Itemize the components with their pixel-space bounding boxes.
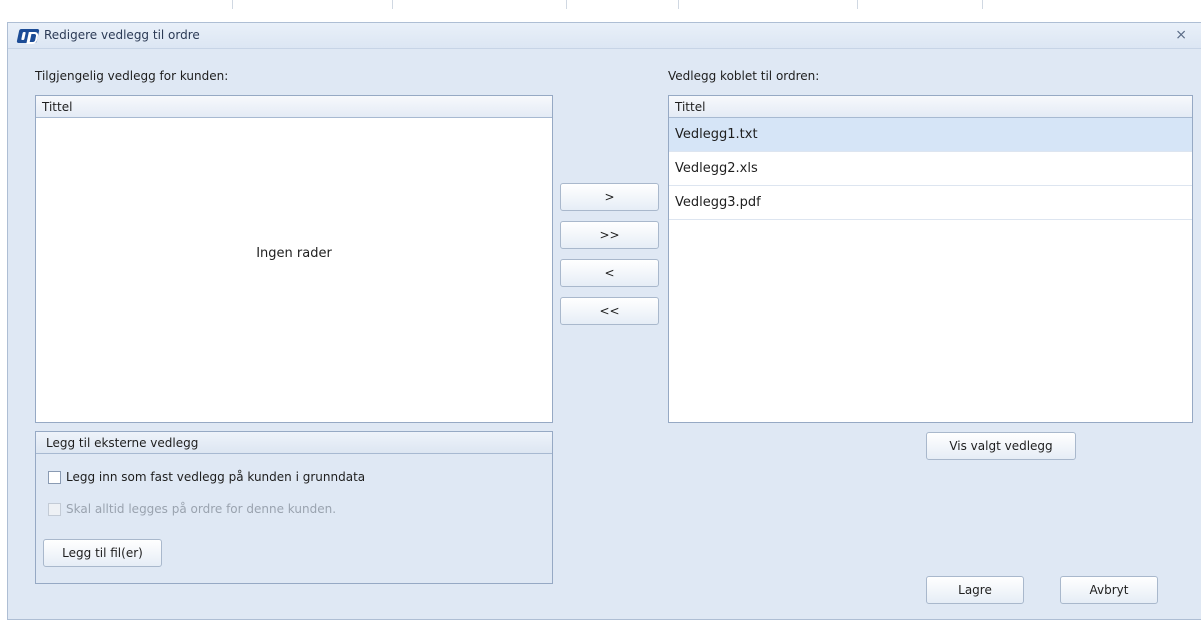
cancel-button[interactable]: Avbryt [1060, 576, 1158, 604]
available-grid-column-header[interactable]: Tittel [36, 96, 552, 118]
linked-grid-column-header[interactable]: Tittel [669, 96, 1192, 118]
strip-divider [857, 0, 858, 9]
external-attachments-group: Legg til eksterne vedlegg Legg inn som f… [35, 431, 553, 584]
table-row[interactable]: Vedlegg2.xls [669, 152, 1192, 186]
linked-attachments-label: Vedlegg koblet til ordren: [668, 69, 820, 83]
close-icon[interactable]: ⨯ [1175, 27, 1187, 43]
table-row[interactable]: Vedlegg3.pdf [669, 186, 1192, 220]
strip-divider [232, 0, 233, 9]
strip-divider [678, 0, 679, 9]
always-attach-checkbox [48, 502, 61, 516]
strip-divider [566, 0, 567, 9]
add-files-button[interactable]: Legg til fil(er) [43, 539, 162, 567]
move-all-button[interactable]: >> [560, 221, 659, 249]
fixed-attachment-option[interactable]: Legg inn som fast vedlegg på kunden i gr… [48, 470, 365, 484]
strip-divider [392, 0, 393, 9]
fixed-attachment-checkbox[interactable] [48, 470, 61, 484]
app-logo-icon [16, 29, 40, 43]
save-button[interactable]: Lagre [926, 576, 1024, 604]
always-attach-option: Skal alltid legges på ordre for denne ku… [48, 502, 336, 516]
move-selected-button[interactable]: > [560, 183, 659, 211]
background-strip [0, 0, 1201, 22]
fixed-attachment-label: Legg inn som fast vedlegg på kunden i gr… [66, 470, 366, 484]
linked-attachments-grid[interactable]: Tittel Vedlegg1.txt Vedlegg2.xls Vedlegg… [668, 95, 1193, 423]
available-grid-empty-message: Ingen rader [256, 246, 332, 261]
table-row[interactable]: Vedlegg1.txt [669, 118, 1192, 152]
show-selected-attachment-button[interactable]: Vis valgt vedlegg [926, 432, 1076, 460]
remove-all-button[interactable]: << [560, 297, 659, 325]
available-attachments-grid[interactable]: Tittel Ingen rader [35, 95, 553, 423]
external-attachments-header: Legg til eksterne vedlegg [36, 432, 552, 454]
always-attach-label: Skal alltid legges på ordre for denne ku… [66, 502, 337, 516]
strip-divider [982, 0, 983, 9]
dialog-window: Redigere vedlegg til ordre ⨯ Tilgjengeli… [7, 22, 1201, 620]
remove-selected-button[interactable]: < [560, 259, 659, 287]
title-bar[interactable]: Redigere vedlegg til ordre ⨯ [8, 23, 1201, 49]
available-attachments-label: Tilgjengelig vedlegg for kunden: [35, 69, 229, 83]
window-title: Redigere vedlegg til ordre [44, 28, 200, 42]
